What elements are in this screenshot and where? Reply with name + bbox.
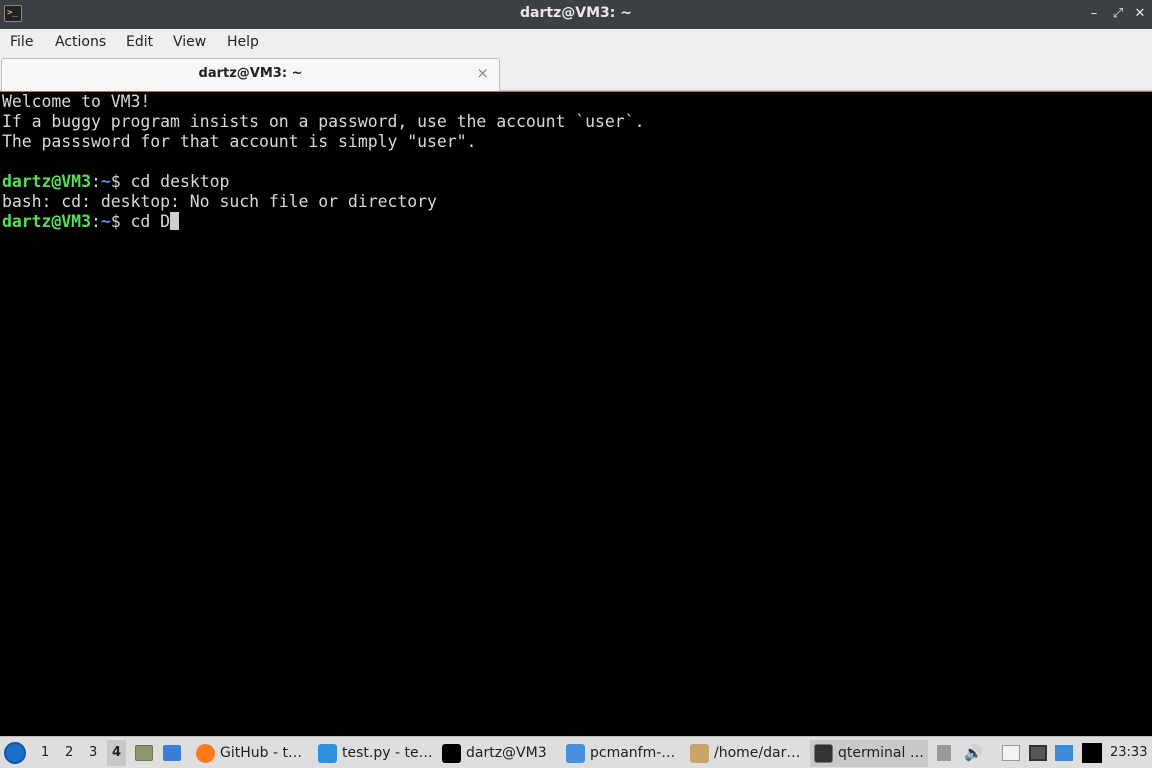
task-label: /home/dar… — [714, 745, 801, 761]
menu-file[interactable]: File — [10, 34, 33, 50]
menu-edit[interactable]: Edit — [126, 34, 153, 50]
menu-actions[interactable]: Actions — [55, 34, 106, 50]
prompt-user: dartz@VM3 — [2, 172, 91, 191]
folder-icon — [566, 744, 585, 763]
task-label: test.py - te… — [342, 745, 433, 761]
command-text: cd desktop — [130, 172, 230, 191]
task-label: GitHub - t… — [220, 745, 302, 761]
desktop-3-button[interactable]: 3 — [89, 745, 97, 768]
menu-bar: File Actions Edit View Help — [0, 29, 1152, 57]
maximize-button[interactable]: ⤢ — [1108, 4, 1128, 24]
desktop-4-button[interactable]: 4 — [107, 740, 127, 766]
prompt-separator: : — [90, 172, 101, 191]
text-cursor — [170, 212, 180, 230]
command-input[interactable]: cd D — [131, 212, 171, 231]
tab-close-icon[interactable]: × — [476, 64, 489, 82]
prompt-separator: : — [90, 212, 101, 231]
network-icon[interactable] — [1029, 745, 1047, 761]
terminal-output[interactable]: Welcome to VM3! If a buggy program insis… — [0, 91, 1152, 736]
error-line: bash: cd: desktop: No such file or direc… — [2, 192, 437, 211]
archive-icon — [690, 744, 709, 763]
show-desktop-icon[interactable] — [163, 745, 181, 761]
task-label: dartz@VM3 — [466, 745, 547, 761]
firefox-icon — [196, 744, 215, 763]
task-label: pcmanfm-… — [590, 745, 676, 761]
menu-view[interactable]: View — [173, 34, 206, 50]
window-titlebar[interactable]: >_ dartz@VM3: ~ – ⤢ ✕ — [0, 0, 1152, 29]
prompt-symbol: $ — [110, 172, 131, 191]
terminal-icon — [442, 744, 461, 763]
task-vscode[interactable]: test.py - te… — [314, 740, 436, 767]
desktop-2-button[interactable]: 2 — [65, 745, 73, 768]
prompt-user: dartz@VM3 — [2, 212, 91, 231]
vscode-icon — [318, 744, 337, 763]
terminal-line: The passsword for that account is simply… — [2, 132, 477, 151]
terminal-line: Welcome to VM3! — [2, 92, 151, 111]
window-title: dartz@VM3: ~ — [520, 5, 632, 21]
taskbar: 1 2 3 4 GitHub - t… test.py - te… dartz@… — [0, 736, 1152, 768]
terminal-line: If a buggy program insists on a password… — [2, 112, 645, 131]
clipboard-icon[interactable] — [1002, 745, 1020, 761]
volume-icon[interactable]: 🔊 — [964, 745, 983, 761]
menu-help[interactable]: Help — [227, 34, 259, 50]
tab-label: dartz@VM3: ~ — [198, 66, 303, 81]
start-menu-icon[interactable] — [4, 742, 26, 764]
prompt-path: ~ — [100, 172, 111, 191]
clock[interactable]: 23:33 — [1110, 745, 1147, 768]
notification-icon[interactable] — [1055, 745, 1073, 761]
prompt-line: dartz@VM3:~$ cd desktop — [2, 172, 1152, 192]
terminal-icon — [814, 744, 833, 763]
task-pcmanfm[interactable]: pcmanfm-… — [562, 740, 684, 767]
tab-bar: dartz@VM3: ~ × — [0, 57, 1152, 91]
file-manager-icon[interactable] — [135, 745, 153, 761]
minimize-button[interactable]: – — [1084, 4, 1104, 24]
prompt-symbol: $ — [110, 212, 131, 231]
task-archive[interactable]: /home/dar… — [686, 740, 808, 767]
task-label: qterminal … — [838, 745, 924, 761]
scroll-icon[interactable] — [937, 745, 951, 761]
close-button[interactable]: ✕ — [1130, 4, 1150, 24]
tab-terminal[interactable]: dartz@VM3: ~ × — [1, 58, 500, 91]
terminal-tray-icon[interactable] — [1082, 743, 1102, 763]
task-firefox[interactable]: GitHub - t… — [192, 740, 310, 767]
task-terminal[interactable]: dartz@VM3 — [438, 740, 560, 767]
prompt-path: ~ — [100, 212, 111, 231]
prompt-line: dartz@VM3:~$ cd D — [2, 212, 1152, 232]
desktop-1-button[interactable]: 1 — [41, 745, 49, 768]
task-qterminal[interactable]: qterminal … — [810, 740, 928, 767]
